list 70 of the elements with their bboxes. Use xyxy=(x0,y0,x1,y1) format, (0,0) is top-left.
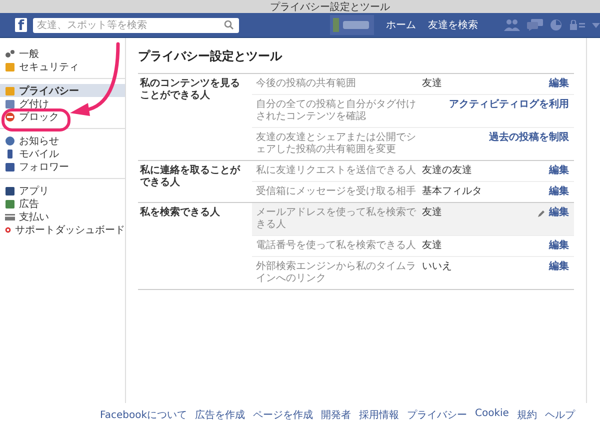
setting-label: メールアドレスを使って私を検索できる人 xyxy=(256,207,416,231)
sidebar-item[interactable]: アプリ xyxy=(0,184,125,197)
footer-link[interactable]: 広告を作成 xyxy=(195,408,245,422)
search-field[interactable]: 友達、スポット等を検索 xyxy=(33,18,239,32)
caret-icon[interactable] xyxy=(592,22,600,28)
action-link[interactable]: 編集 xyxy=(549,78,569,90)
setting-value: 基本フィルタ xyxy=(422,186,482,197)
setting-value: 友達の友達 xyxy=(422,165,472,176)
setting-label: 外部検索エンジンから私のタイムラインへのリンク xyxy=(256,261,416,285)
search-icon[interactable] xyxy=(224,20,234,30)
setting-label: 電話番号を使って私を検索できる人 xyxy=(256,240,416,252)
settings-row[interactable]: 自分の全ての投稿と自分がタグ付けされたコンテンツを確認 アクティビティログを利用 xyxy=(252,95,574,128)
section-label: 私に連絡を取ることができる人 xyxy=(138,164,242,190)
settings-row[interactable]: 私に友達リクエストを送信できる人 友達の友達 編集 xyxy=(252,161,574,182)
action-link[interactable]: 編集 xyxy=(549,240,569,252)
setting-value: 友達 xyxy=(422,78,442,89)
friends-icon[interactable] xyxy=(504,19,520,31)
sidebar-item[interactable]: グ付け xyxy=(0,97,125,110)
page-heading: プライバシー設定とツール xyxy=(138,48,284,65)
phone-icon xyxy=(5,148,15,158)
site-logo[interactable]: f xyxy=(15,18,28,32)
pencil-icon xyxy=(538,210,545,217)
footer-link[interactable]: 規約 xyxy=(516,408,537,422)
settings-row[interactable]: 今後の投稿の共有範囲 友達 編集 xyxy=(252,74,574,95)
setting-label: 自分の全ての投稿と自分がタグ付けされたコンテンツを確認 xyxy=(256,99,416,123)
action-link[interactable]: 編集 xyxy=(549,165,569,177)
setting-label: 受信箱にメッセージを受け取る相手 xyxy=(256,186,416,198)
sidebar-item[interactable]: プライバシー xyxy=(0,84,125,97)
action-link[interactable]: アクティビティログを利用 xyxy=(449,99,569,111)
settings-row[interactable]: メールアドレスを使って私を検索できる人 友達 編集 xyxy=(252,203,574,236)
sidebar-item[interactable]: セキュリティ xyxy=(0,60,125,73)
footer-link[interactable]: ヘルプ xyxy=(544,408,575,422)
setting-label: 私に友達リクエストを送信できる人 xyxy=(256,165,416,177)
messages-icon[interactable] xyxy=(527,19,543,31)
sidebar-item[interactable]: ブロック xyxy=(0,110,125,123)
lifebuoy-icon xyxy=(5,224,11,234)
sidebar-item[interactable]: 一般 xyxy=(0,47,125,60)
setting-label: 友達の友達とシェアまたは公開でシェアした投稿の共有範囲を変更 xyxy=(256,132,416,156)
action-link[interactable]: 編集 xyxy=(549,261,569,273)
section-label: 私を検索できる人 xyxy=(138,206,221,220)
settings-row[interactable]: 受信箱にメッセージを受け取る相手 基本フィルタ 編集 xyxy=(252,182,574,202)
card-icon xyxy=(5,212,15,222)
setting-value: 友達 xyxy=(422,240,442,251)
sidebar-item[interactable]: お知らせ xyxy=(0,134,125,147)
setting-label: 今後の投稿の共有範囲 xyxy=(256,78,357,90)
footer-link[interactable]: 採用情報 xyxy=(359,408,399,422)
sidebar-item[interactable]: フォロワー xyxy=(0,160,125,173)
nav-link[interactable]: 友達を検索 xyxy=(428,18,478,32)
footer-link[interactable]: ページを作成 xyxy=(253,408,313,422)
block-icon xyxy=(5,112,15,122)
setting-value: いいえ xyxy=(422,261,452,272)
section-label: 私のコンテンツを見ることができる人 xyxy=(138,76,241,103)
settings-row[interactable]: 友達の友達とシェアまたは公開でシェアした投稿の共有範囲を変更 過去の投稿を制限 xyxy=(252,128,574,160)
setting-value: 友達 xyxy=(422,207,442,218)
footer-link[interactable]: 開発者 xyxy=(321,408,351,422)
action-link[interactable]: 編集 xyxy=(549,186,569,198)
sidebar-item[interactable]: 広告 xyxy=(0,197,125,210)
footer-link[interactable]: プライバシー xyxy=(407,408,467,422)
settings-row[interactable]: 電話番号を使って私を検索できる人 友達 編集 xyxy=(252,236,574,257)
footer-link[interactable]: Facebookについて xyxy=(100,408,187,422)
nav-link[interactable]: ホーム xyxy=(386,18,416,32)
highlight-outline xyxy=(2,108,70,132)
sidebar-item[interactable]: サポートダッシュボード xyxy=(0,223,125,236)
sidebar-item[interactable]: モバイル xyxy=(0,147,125,160)
sidebar-item[interactable]: 支払い xyxy=(0,210,125,223)
footer-link[interactable]: Cookie xyxy=(475,408,509,422)
window-title: プライバシー設定とツール xyxy=(270,0,390,14)
settings-row[interactable]: 外部検索エンジンから私のタイムラインへのリンク いいえ 編集 xyxy=(252,257,574,289)
action-link[interactable]: 過去の投稿を制限 xyxy=(489,132,569,144)
action-link[interactable]: 編集 xyxy=(549,207,569,219)
